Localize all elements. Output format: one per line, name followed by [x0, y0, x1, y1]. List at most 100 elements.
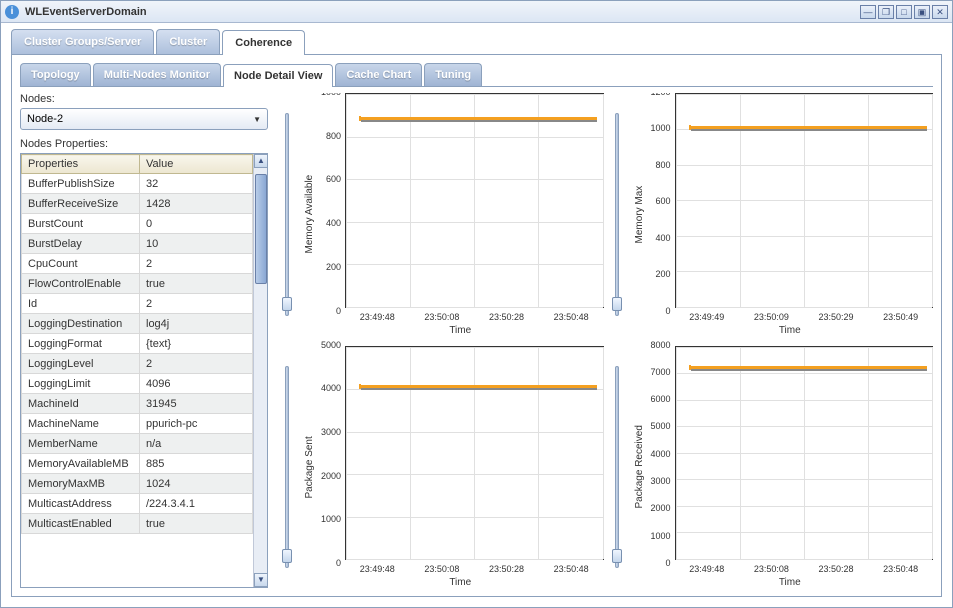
cell: 2 [140, 354, 253, 374]
chart-package-sent: Package Sent01000200030004000500023:49:4… [302, 346, 604, 589]
inner-tab-cache-chart[interactable]: Cache Chart [335, 63, 422, 86]
chart-memory-max: Memory Max02004006008001000120023:49:492… [632, 93, 934, 336]
table-row[interactable]: MachineNameppurich-pc [22, 414, 253, 434]
node-select-value: Node-2 [27, 113, 63, 125]
cell: FlowControlEnable [22, 274, 140, 294]
scrollbar[interactable]: ▲ ▼ [253, 154, 267, 587]
column-header[interactable]: Value [140, 155, 253, 174]
cell: n/a [140, 434, 253, 454]
tab-body: TopologyMulti-Nodes MonitorNode Detail V… [11, 55, 942, 597]
table-row[interactable]: MemoryMaxMB1024 [22, 474, 253, 494]
node-select[interactable]: Node-2 ▼ [20, 108, 268, 130]
table-row[interactable]: BurstCount0 [22, 214, 253, 234]
chart-slider[interactable] [280, 346, 294, 589]
slider-handle[interactable] [282, 297, 292, 311]
cell: LoggingLevel [22, 354, 140, 374]
ytick: 1000 [647, 531, 671, 541]
table-row[interactable]: BurstDelay10 [22, 234, 253, 254]
table-row[interactable]: BufferPublishSize32 [22, 174, 253, 194]
chart-ylabel: Memory Max [632, 93, 647, 336]
inner-tab-node-detail-view[interactable]: Node Detail View [223, 64, 333, 87]
table-row[interactable]: FlowControlEnabletrue [22, 274, 253, 294]
chart-series-line [691, 126, 927, 129]
table-row[interactable]: MemoryAvailableMB885 [22, 454, 253, 474]
chart-ylabel: Package Sent [302, 346, 317, 589]
cell: MemoryMaxMB [22, 474, 140, 494]
table-row[interactable]: MulticastAddress/224.3.4.1 [22, 494, 253, 514]
ytick: 200 [647, 269, 671, 279]
table-row[interactable]: MulticastEnabledtrue [22, 514, 253, 534]
inner-tab-tuning[interactable]: Tuning [424, 63, 482, 86]
cell: 1024 [140, 474, 253, 494]
table-row[interactable]: MachineId31945 [22, 394, 253, 414]
column-header[interactable]: Properties [22, 155, 140, 174]
table-row[interactable]: BufferReceiveSize1428 [22, 194, 253, 214]
xtick: 23:50:48 [883, 564, 918, 574]
cell: {text} [140, 334, 253, 354]
outer-tab-coherence[interactable]: Coherence [222, 30, 305, 55]
scroll-thumb[interactable] [255, 174, 267, 284]
ytick: 7000 [647, 367, 671, 377]
slider-handle[interactable] [612, 297, 622, 311]
chart-package-received: Package Received010002000300040005000600… [632, 346, 934, 589]
chart-xlabel: Time [317, 577, 604, 588]
restore-button[interactable]: ❐ [878, 5, 894, 19]
close-button[interactable]: ✕ [932, 5, 948, 19]
ytick: 1000 [317, 514, 341, 524]
chart-series-line [361, 385, 597, 388]
cell: CpuCount [22, 254, 140, 274]
props-label: Nodes Properties: [20, 138, 268, 150]
xtick: 23:50:08 [754, 564, 789, 574]
table-row[interactable]: LoggingLimit4096 [22, 374, 253, 394]
minimize-button[interactable]: — [860, 5, 876, 19]
inner-tab-topology[interactable]: Topology [20, 63, 91, 86]
ytick: 1000 [317, 93, 341, 97]
cell: log4j [140, 314, 253, 334]
outer-tab-cluster[interactable]: Cluster [156, 29, 220, 54]
inner-tab-multi-nodes-monitor[interactable]: Multi-Nodes Monitor [93, 63, 221, 86]
cell: 2 [140, 254, 253, 274]
chart-plot [675, 93, 934, 308]
cell: MemberName [22, 434, 140, 454]
chart-xlabel: Time [647, 577, 934, 588]
charts-area: Memory Available0200400600800100023:49:4… [280, 93, 933, 588]
maximize-button[interactable]: □ [896, 5, 912, 19]
ytick: 1200 [647, 93, 671, 97]
window-title: WLEventServerDomain [25, 6, 860, 18]
cell: MachineName [22, 414, 140, 434]
table-row[interactable]: Id2 [22, 294, 253, 314]
table-row[interactable]: LoggingFormat{text} [22, 334, 253, 354]
table-row[interactable]: CpuCount2 [22, 254, 253, 274]
table-row[interactable]: LoggingLevel2 [22, 354, 253, 374]
ytick: 800 [647, 160, 671, 170]
ytick: 600 [647, 196, 671, 206]
table-row[interactable]: LoggingDestinationlog4j [22, 314, 253, 334]
outer-tab-cluster-groups-server[interactable]: Cluster Groups/Server [11, 29, 154, 54]
cell: 4096 [140, 374, 253, 394]
window-controls: — ❐ □ ▣ ✕ [860, 5, 948, 19]
slider-handle[interactable] [612, 549, 622, 563]
table-row[interactable]: MemberNamen/a [22, 434, 253, 454]
ytick: 5000 [647, 421, 671, 431]
dock-button[interactable]: ▣ [914, 5, 930, 19]
chart-memory-available: Memory Available0200400600800100023:49:4… [302, 93, 604, 336]
window-frame: i WLEventServerDomain — ❐ □ ▣ ✕ Cluster … [0, 0, 953, 608]
scroll-down-icon[interactable]: ▼ [254, 573, 268, 587]
cell: LoggingFormat [22, 334, 140, 354]
cell: BurstDelay [22, 234, 140, 254]
info-icon: i [5, 5, 19, 19]
ytick: 200 [317, 262, 341, 272]
chart-slider[interactable] [280, 93, 294, 336]
scroll-up-icon[interactable]: ▲ [254, 154, 268, 168]
xtick: 23:50:09 [754, 312, 789, 322]
cell: LoggingLimit [22, 374, 140, 394]
props-table-wrap: PropertiesValue BufferPublishSize32Buffe… [20, 153, 268, 588]
cell: MachineId [22, 394, 140, 414]
chart-series-line [691, 366, 927, 369]
chart-slider[interactable] [610, 346, 624, 589]
chart-slider[interactable] [610, 93, 624, 336]
cell: BufferPublishSize [22, 174, 140, 194]
chart-plot [345, 346, 604, 561]
cell: 2 [140, 294, 253, 314]
slider-handle[interactable] [282, 549, 292, 563]
